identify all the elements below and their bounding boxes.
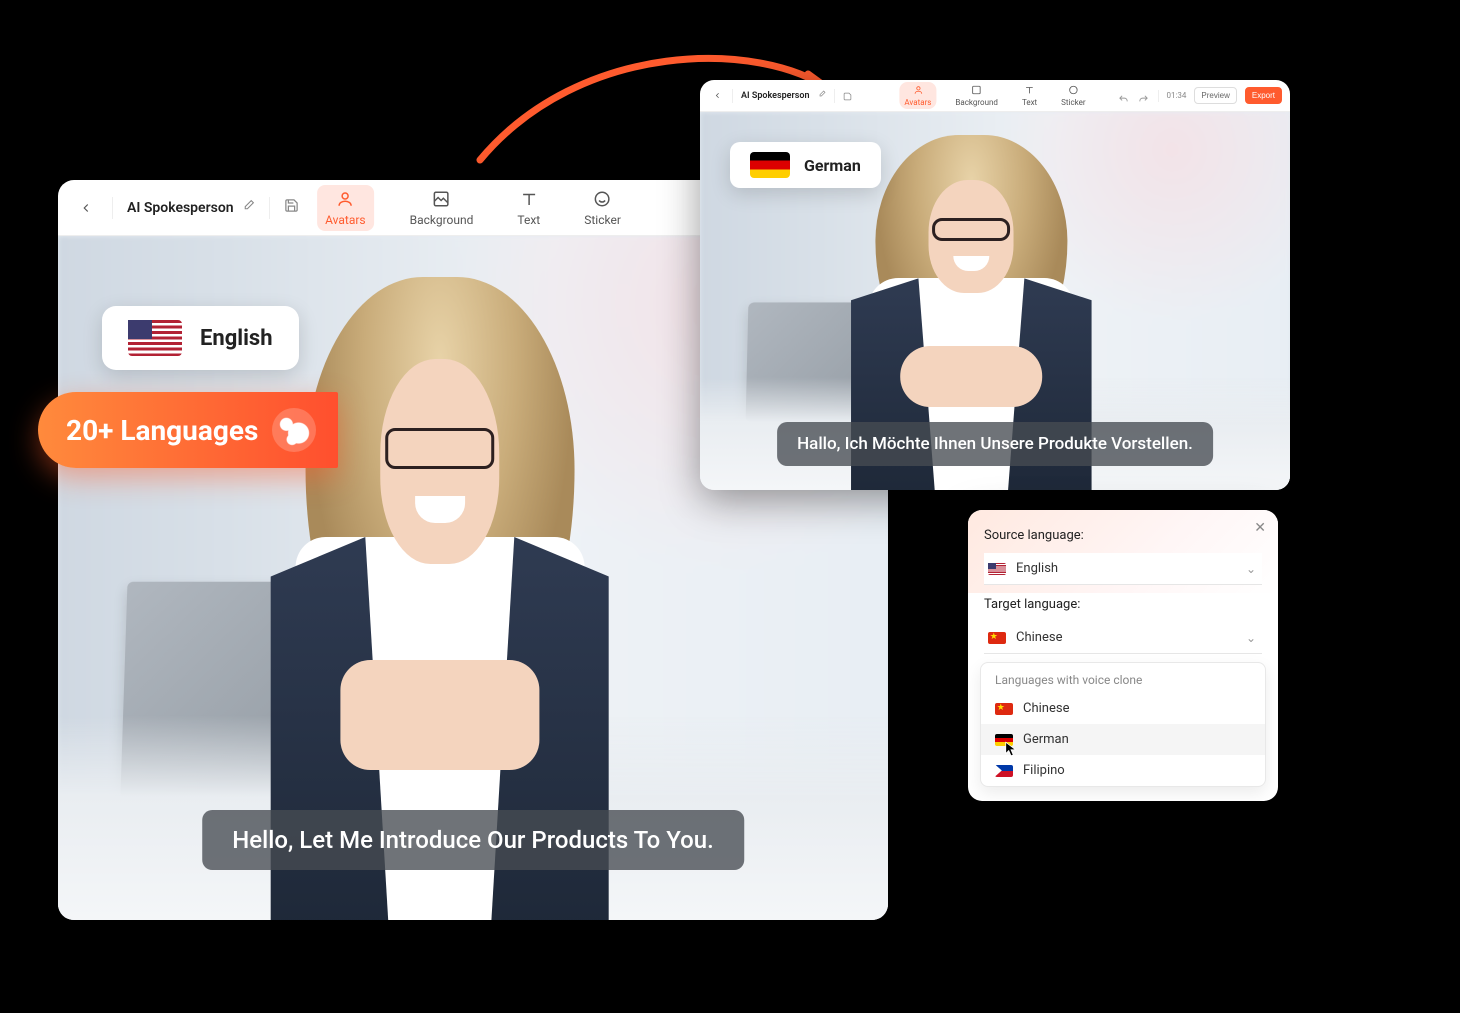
tool-tabs: Avatars Background Text Sticker [317,185,629,231]
redo-icon[interactable] [1138,90,1150,102]
chevron-down-icon: ⌄ [1246,631,1256,645]
panel-body: Target language: Chinese ⌄ [968,597,1278,662]
project-title: AI Spokesperson [127,199,255,216]
language-chip-label: German [804,156,861,175]
chevron-down-icon: ⌄ [1246,562,1256,576]
canvas-right[interactable]: German Hallo, Ich Möchte Ihnen Unsere Pr… [700,112,1290,490]
undo-icon[interactable] [1118,90,1130,102]
dropdown-item-german[interactable]: German [981,724,1265,755]
sticker-icon [1067,84,1079,96]
language-dropdown: Languages with voice clone Chinese Germa… [980,662,1266,787]
tool-tabs-small: Avatars Background Text Sticker [899,82,1090,109]
avatar-icon [912,84,924,96]
flag-de-icon [750,152,790,178]
language-chip-english: English [102,306,299,370]
language-panel: ✕ Source language: English ⌄ Target lang… [968,510,1278,801]
project-title: AI Spokesperson [741,90,826,101]
tab-sticker[interactable]: Sticker [1056,82,1090,109]
close-icon[interactable]: ✕ [1254,520,1266,536]
tab-label: Background [410,213,474,227]
dropdown-item-label: Chinese [1023,701,1069,716]
language-chip-label: English [200,326,273,351]
save-icon[interactable] [843,86,852,105]
dropdown-item-label: Filipino [1023,763,1065,778]
target-language-select[interactable]: Chinese ⌄ [984,622,1262,654]
flag-us-icon [128,320,182,356]
flag-cn-icon [995,703,1013,715]
divider [269,197,270,219]
tab-label: Sticker [1061,98,1085,107]
edit-icon[interactable] [818,90,826,101]
project-title-text: AI Spokesperson [741,91,810,101]
background-icon [971,84,983,96]
back-button[interactable] [74,196,98,220]
tab-avatars[interactable]: Avatars [899,82,936,109]
tab-background[interactable]: Background [402,185,482,231]
dropdown-item-label: German [1023,732,1069,747]
globe-icon [272,408,316,452]
caption-german: Hallo, Ich Möchte Ihnen Unsere Produkte … [777,422,1213,466]
tab-label: Avatars [325,213,366,227]
editor-right: AI Spokesperson Avatars Background Text … [700,80,1290,490]
divider [732,89,733,103]
languages-pill-text: 20+ Languages [66,414,258,447]
sticker-icon [593,189,613,209]
caption-english: Hello, Let Me Introduce Our Products To … [202,810,744,870]
target-language-value: Chinese [1016,630,1062,645]
flag-us-icon [988,563,1006,575]
text-icon [1024,84,1036,96]
tab-label: Background [955,98,998,107]
languages-pill: 20+ Languages [38,392,338,468]
duration-text: 01:34 [1167,91,1187,100]
project-title-text: AI Spokesperson [127,200,234,216]
dropdown-item-chinese[interactable]: Chinese [981,693,1265,724]
tab-text[interactable]: Text [1017,82,1042,109]
save-icon[interactable] [284,198,299,217]
tab-background[interactable]: Background [950,82,1003,109]
toolbar-small: AI Spokesperson Avatars Background Text … [700,80,1290,112]
tab-text[interactable]: Text [509,185,548,231]
language-chip-german: German [730,142,881,188]
dropdown-item-filipino[interactable]: Filipino [981,755,1265,786]
tab-avatars[interactable]: Avatars [317,185,374,231]
text-icon [519,189,539,209]
dropdown-section-header: Languages with voice clone [981,663,1265,693]
divider [834,89,835,103]
right-actions: 01:34 Preview Export [1118,87,1283,104]
tab-label: Text [1022,98,1037,107]
flag-cn-icon [988,632,1006,644]
source-language-value: English [1016,561,1058,576]
tab-label: Text [517,213,540,227]
avatar-icon [335,189,355,209]
flag-ph-icon [995,765,1013,777]
target-language-label: Target language: [984,597,1262,612]
source-language-label: Source language: [984,528,1262,543]
tab-label: Avatars [904,98,931,107]
panel-header: ✕ Source language: English ⌄ [968,510,1278,593]
tab-sticker[interactable]: Sticker [576,185,629,231]
divider [1158,90,1159,102]
tab-label: Sticker [584,213,621,227]
preview-button[interactable]: Preview [1194,87,1236,104]
back-button[interactable] [710,89,724,103]
export-button[interactable]: Export [1245,87,1282,104]
background-icon [432,189,452,209]
divider [112,197,113,219]
edit-icon[interactable] [242,199,255,216]
source-language-select[interactable]: English ⌄ [984,553,1262,585]
